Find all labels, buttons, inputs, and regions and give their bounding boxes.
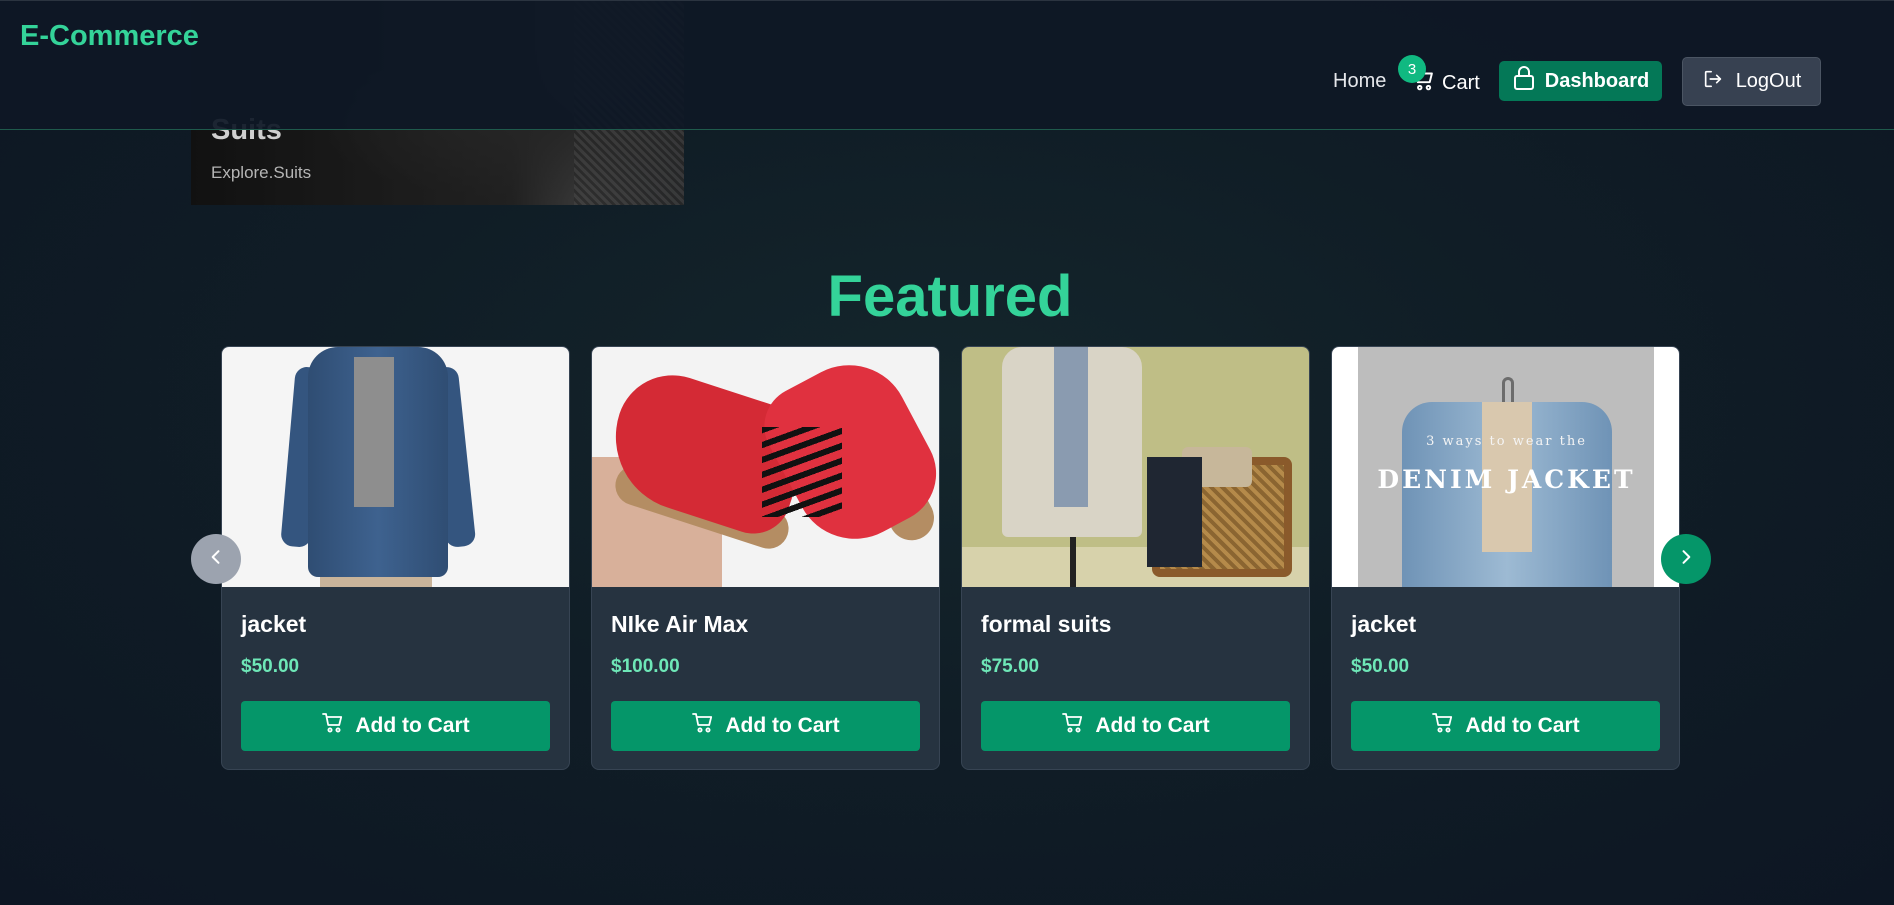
add-to-cart-button[interactable]: Add to Cart [1351, 701, 1660, 751]
cart-icon [321, 711, 345, 741]
dashboard-label: Dashboard [1544, 69, 1650, 92]
product-name[interactable]: jacket [241, 611, 306, 638]
carousel-prev-button[interactable] [191, 534, 241, 584]
site-header: E-Commerce Home Cart 3 Dashboard LogOut [0, 0, 1894, 130]
product-image-jacket[interactable] [222, 347, 569, 587]
lock-icon [1512, 65, 1536, 97]
cart-count-badge: 3 [1398, 55, 1426, 83]
product-image-denim-jacket[interactable]: 3 ways to wear the DENIM JACKET [1332, 347, 1679, 587]
logout-label: LogOut [1735, 70, 1802, 92]
add-to-cart-button[interactable]: Add to Cart [611, 701, 920, 751]
cart-icon [691, 711, 715, 741]
cart-icon [1061, 711, 1085, 741]
cart-label: Cart [1442, 71, 1480, 94]
product-image-formal-suit[interactable] [962, 347, 1309, 587]
product-name[interactable]: formal suits [981, 611, 1111, 638]
product-card[interactable]: NIke Air Max $100.00 Add to Cart [591, 346, 940, 770]
carousel-next-button[interactable] [1661, 534, 1711, 584]
add-to-cart-label: Add to Cart [1095, 714, 1210, 737]
add-to-cart-label: Add to Cart [725, 714, 840, 737]
cart-icon [1431, 711, 1455, 741]
product-card[interactable]: 3 ways to wear the DENIM JACKET jacket $… [1331, 346, 1680, 770]
product-card[interactable]: jacket $50.00 Add to Cart [221, 346, 570, 770]
logout-button[interactable]: LogOut [1682, 57, 1821, 106]
dashboard-button[interactable]: Dashboard [1499, 61, 1662, 101]
featured-heading: Featured [827, 264, 1073, 329]
product-name[interactable]: jacket [1351, 611, 1416, 638]
add-to-cart-label: Add to Cart [1465, 714, 1580, 737]
product-price: $75.00 [981, 656, 1040, 677]
product-price: $50.00 [241, 656, 300, 677]
add-to-cart-button[interactable]: Add to Cart [981, 701, 1290, 751]
product-name[interactable]: NIke Air Max [611, 611, 748, 638]
add-to-cart-label: Add to Cart [355, 714, 470, 737]
product-image-sneakers[interactable] [592, 347, 939, 587]
product-price: $50.00 [1351, 656, 1410, 677]
nav-home-link[interactable]: Home [1333, 70, 1386, 93]
image-caption-small: 3 ways to wear the [1426, 434, 1587, 449]
chevron-left-icon [206, 547, 226, 572]
logout-icon [1702, 68, 1724, 96]
category-explore-link[interactable]: Explore.Suits [211, 163, 311, 183]
add-to-cart-button[interactable]: Add to Cart [241, 701, 550, 751]
chevron-right-icon [1676, 547, 1696, 572]
image-caption-large: DENIM JACKET [1377, 465, 1636, 494]
product-card[interactable]: formal suits $75.00 Add to Cart [961, 346, 1310, 770]
brand-logo[interactable]: E-Commerce [20, 20, 199, 53]
product-price: $100.00 [611, 656, 680, 677]
